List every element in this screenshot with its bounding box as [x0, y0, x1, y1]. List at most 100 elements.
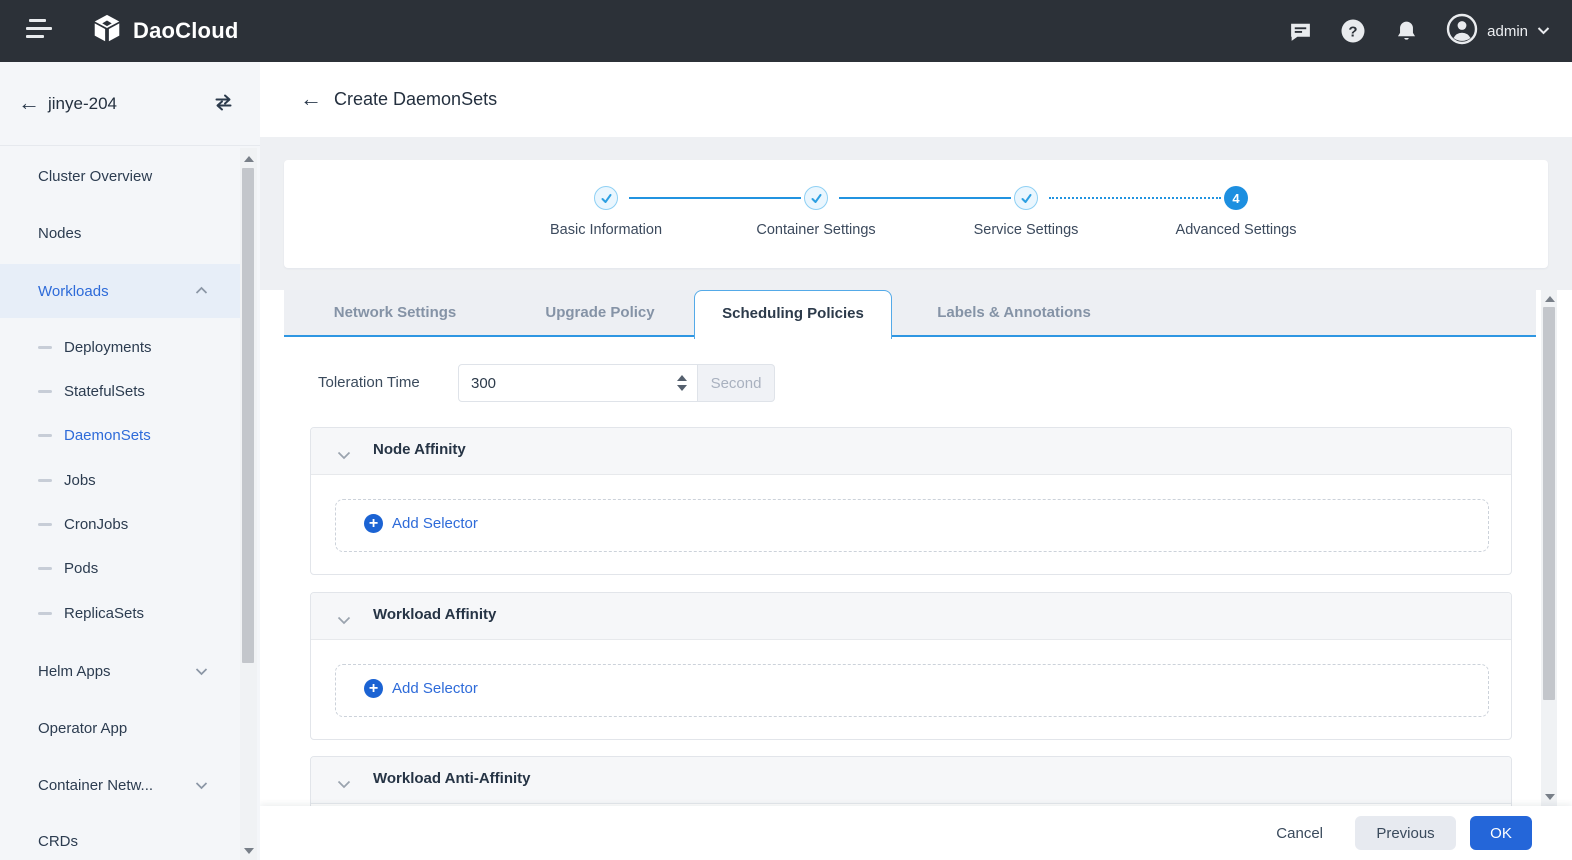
sidebar-item-deployments[interactable]: Deployments	[0, 329, 240, 365]
chevron-down-icon	[195, 777, 208, 794]
step-3-service-settings[interactable]	[1014, 186, 1038, 210]
chevron-up-icon	[195, 283, 208, 300]
scroll-up-icon[interactable]	[1545, 296, 1555, 302]
nav-label: Cluster Overview	[38, 168, 152, 185]
nav-label: StatefulSets	[64, 383, 145, 400]
step-label: Advanced Settings	[1126, 222, 1346, 238]
dash-icon	[38, 612, 52, 615]
daocloud-cube-icon	[90, 12, 124, 51]
nav-label: Operator App	[38, 720, 127, 737]
topbar: DaoCloud ?	[0, 0, 1572, 62]
selector-dropzone: + Add Selector	[335, 499, 1489, 552]
check-icon	[600, 192, 613, 205]
scroll-up-icon[interactable]	[244, 156, 254, 162]
spinner-down-icon[interactable]	[677, 385, 687, 391]
step-connector	[629, 197, 801, 199]
scroll-down-icon[interactable]	[244, 848, 254, 854]
nav-label: Jobs	[64, 472, 96, 489]
user-menu[interactable]: admin	[1446, 13, 1550, 50]
user-caret-down-icon	[1537, 22, 1550, 40]
scroll-down-icon[interactable]	[1545, 794, 1555, 800]
cluster-back-icon[interactable]: ←	[18, 90, 40, 116]
sidebar-header: ← jinye-204	[0, 62, 260, 146]
workload-anti-affinity-panel: Workload Anti-Affinity	[310, 756, 1512, 806]
add-selector-button[interactable]: + Add Selector	[364, 514, 478, 533]
content-scroll-thumb[interactable]	[1543, 307, 1555, 700]
notifications-bell-icon[interactable]	[1393, 18, 1419, 44]
node-affinity-panel: Node Affinity + Add Selector	[310, 427, 1512, 575]
hamburger-menu-icon[interactable]	[26, 19, 54, 43]
step-label: Basic Information	[496, 222, 716, 238]
cluster-name: jinye-204	[48, 94, 117, 114]
ok-button[interactable]: OK	[1470, 816, 1532, 850]
sidebar: ← jinye-204 Cluster Overview Nodes Workl…	[0, 62, 260, 860]
app-root: DaoCloud ?	[0, 0, 1572, 860]
sidebar-item-workloads[interactable]: Workloads	[0, 264, 240, 318]
sidebar-item-cluster-overview[interactable]: Cluster Overview	[0, 158, 240, 194]
tab-network-settings[interactable]: Network Settings	[284, 290, 506, 335]
tab-scheduling-policies[interactable]: Scheduling Policies	[694, 290, 892, 339]
panel-title: Workload Affinity	[373, 606, 496, 623]
content-scrollbar[interactable]	[1541, 290, 1557, 806]
cancel-button[interactable]: Cancel	[1258, 816, 1341, 850]
step-connector	[839, 197, 1011, 199]
page-title: Create DaemonSets	[334, 89, 497, 110]
nav-label: CronJobs	[64, 516, 128, 533]
main-content: ← Create DaemonSets 4 Basic Information …	[260, 62, 1572, 860]
sidebar-scrollbar[interactable]	[240, 148, 257, 860]
previous-button[interactable]: Previous	[1355, 816, 1456, 850]
sidebar-item-helm-apps[interactable]: Helm Apps	[0, 653, 240, 689]
add-selector-button[interactable]: + Add Selector	[364, 679, 478, 698]
nav-label: Workloads	[38, 283, 109, 300]
add-selector-label: Add Selector	[392, 680, 478, 697]
toleration-time-input[interactable]	[459, 365, 665, 401]
sidebar-scroll-thumb[interactable]	[242, 168, 254, 663]
sidebar-item-crds[interactable]: CRDs	[0, 823, 240, 859]
sidebar-item-statefulsets[interactable]: StatefulSets	[0, 373, 240, 409]
chevron-down-icon	[337, 447, 351, 465]
sidebar-item-replicasets[interactable]: ReplicaSets	[0, 595, 240, 631]
nav-label: DaemonSets	[64, 427, 151, 444]
step-number: 4	[1232, 191, 1239, 206]
brand-logo[interactable]: DaoCloud	[90, 0, 238, 62]
nav-label: ReplicaSets	[64, 605, 144, 622]
step-label: Service Settings	[916, 222, 1136, 238]
step-4-advanced-settings[interactable]: 4	[1224, 186, 1248, 210]
tab-strip: Network Settings Upgrade Policy Scheduli…	[284, 290, 1536, 337]
sidebar-item-container-network[interactable]: Container Netw...	[0, 767, 240, 803]
plus-icon: +	[364, 679, 383, 698]
spinner-up-icon[interactable]	[677, 375, 687, 381]
tab-upgrade-policy[interactable]: Upgrade Policy	[506, 290, 694, 335]
step-connector-dotted	[1049, 197, 1221, 199]
plus-icon: +	[364, 514, 383, 533]
chevron-down-icon	[195, 663, 208, 680]
username-label: admin	[1487, 23, 1528, 40]
sidebar-item-nodes[interactable]: Nodes	[0, 215, 240, 251]
page-back-icon[interactable]: ←	[300, 86, 322, 112]
panel-title: Workload Anti-Affinity	[373, 770, 531, 787]
workload-affinity-header[interactable]: Workload Affinity	[311, 593, 1511, 640]
help-icon[interactable]: ?	[1340, 18, 1366, 44]
sidebar-item-operator-app[interactable]: Operator App	[0, 710, 240, 746]
sidebar-item-pods[interactable]: Pods	[0, 550, 240, 586]
messages-icon[interactable]	[1287, 18, 1313, 44]
wizard-footer: Cancel Previous OK	[260, 806, 1572, 860]
dash-icon	[38, 390, 52, 393]
brand-name: DaoCloud	[133, 18, 238, 44]
dash-icon	[38, 523, 52, 526]
cluster-switch-icon[interactable]	[213, 93, 234, 117]
sidebar-item-cronjobs[interactable]: CronJobs	[0, 506, 240, 542]
nav-label: Nodes	[38, 225, 81, 242]
workload-anti-affinity-header[interactable]: Workload Anti-Affinity	[311, 757, 1511, 804]
step-1-basic-information[interactable]	[594, 186, 618, 210]
avatar-icon	[1446, 13, 1478, 50]
step-label: Container Settings	[706, 222, 926, 238]
sidebar-item-jobs[interactable]: Jobs	[0, 462, 240, 498]
node-affinity-header[interactable]: Node Affinity	[311, 428, 1511, 475]
panel-title: Node Affinity	[373, 441, 466, 458]
step-2-container-settings[interactable]	[804, 186, 828, 210]
chevron-down-icon	[337, 776, 351, 794]
topbar-actions: ? admin	[1287, 0, 1550, 62]
tab-labels-annotations[interactable]: Labels & Annotations	[892, 290, 1136, 335]
sidebar-item-daemonsets[interactable]: DaemonSets	[0, 417, 240, 453]
